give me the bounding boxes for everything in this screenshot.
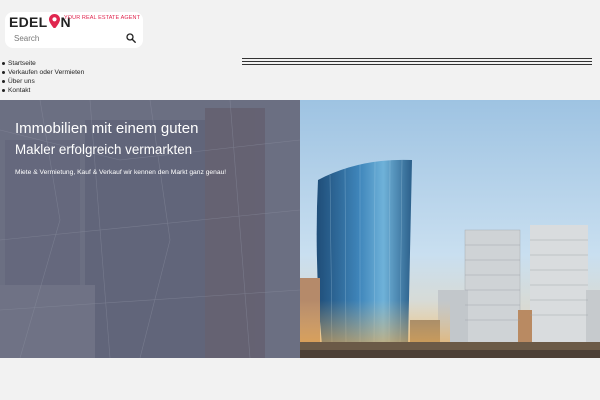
location-pin-icon bbox=[48, 13, 60, 29]
search-input[interactable] bbox=[14, 31, 114, 45]
nav-item-ueber-uns[interactable]: Über uns bbox=[0, 77, 84, 86]
hero-cityscape-image bbox=[0, 100, 600, 358]
logo-tagline: YOUR REAL ESTATE AGENT bbox=[64, 15, 141, 21]
nav-item-verkaufen[interactable]: Verkaufen oder Vermieten bbox=[0, 68, 84, 77]
nav-link[interactable]: Verkaufen oder Vermieten bbox=[8, 69, 84, 76]
main-nav: Startseite Verkaufen oder Vermieten Über… bbox=[0, 59, 84, 95]
nav-item-kontakt[interactable]: Kontakt bbox=[0, 86, 84, 95]
nav-link[interactable]: Über uns bbox=[8, 78, 35, 85]
hero-banner: Immobilien mit einem guten Makler erfolg… bbox=[0, 100, 600, 358]
nav-item-startseite[interactable]: Startseite bbox=[0, 59, 84, 68]
hero-tagline: Miete & Vermietung, Kauf & Verkauf wir k… bbox=[15, 169, 227, 176]
nav-link[interactable]: Startseite bbox=[8, 60, 36, 67]
hamburger-icon[interactable] bbox=[242, 58, 592, 66]
search-bar bbox=[8, 28, 142, 48]
hero-title: Immobilien mit einem guten bbox=[15, 120, 199, 137]
nav-link[interactable]: Kontakt bbox=[8, 87, 30, 94]
hero-subtitle: Makler erfolgreich vermarkten bbox=[15, 142, 193, 157]
page-footer-area bbox=[0, 358, 600, 400]
search-icon[interactable] bbox=[126, 33, 136, 43]
